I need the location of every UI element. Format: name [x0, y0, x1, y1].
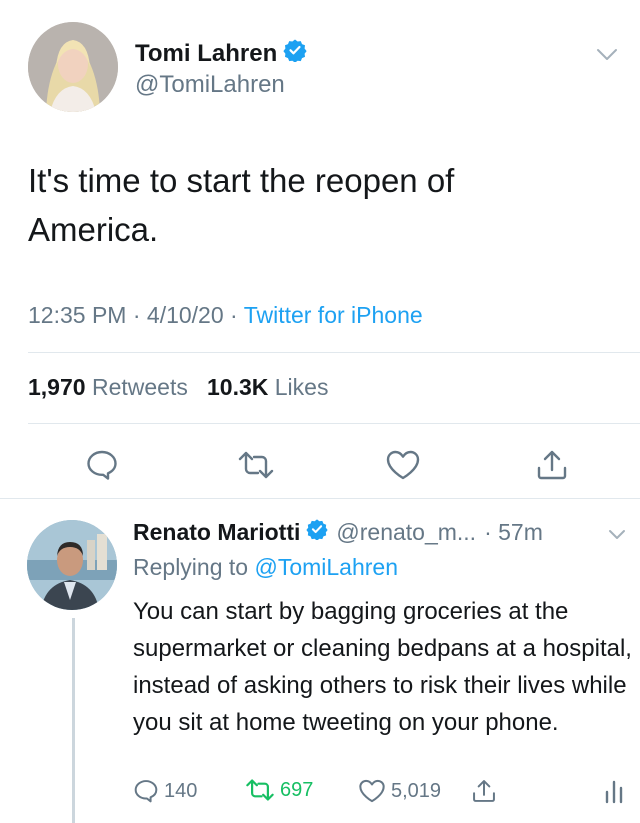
handle[interactable]: @TomiLahren [135, 71, 285, 99]
retweets-count: 1,970 [28, 374, 86, 400]
like-button[interactable] [383, 445, 423, 485]
reply-reply-count: 140 [164, 779, 198, 802]
retweets-label: Retweets [91, 374, 188, 400]
reply-like-count: 5,019 [391, 779, 442, 802]
likes-stat[interactable]: 10.3K Likes [207, 374, 328, 400]
share-button[interactable] [532, 445, 572, 485]
retweets-stat[interactable]: 1,970 Retweets [28, 374, 188, 400]
likes-count: 10.3K [207, 374, 269, 400]
reply-text: You can start by bagging groceries at th… [133, 598, 632, 736]
heart-icon [359, 779, 385, 803]
display-name[interactable]: Tomi Lahren [135, 38, 307, 69]
engagement-stats: 1,970 Retweets 10.3K Likes [28, 374, 328, 401]
chevron-down-icon[interactable] [596, 48, 618, 67]
avatar-portrait-image [27, 520, 117, 610]
thread-line [72, 618, 75, 823]
reply-retweet-count: 697 [280, 778, 314, 801]
reply-avatar[interactable] [27, 520, 117, 610]
reply-tweet[interactable]: Renato Mariotti @renato_m... · 57m Reply… [0, 500, 640, 823]
chevron-down-icon[interactable] [608, 527, 626, 545]
retweet-icon [238, 451, 274, 479]
tweet-meta: 12:35 PM · 4/10/20 · Twitter for iPhone [28, 302, 423, 329]
likes-label: Likes [274, 374, 329, 400]
reply-header: Renato Mariotti @renato_m... · 57m [133, 518, 543, 546]
reply-time-value: 57m [498, 518, 543, 545]
tweet-date[interactable]: 4/10/20 [147, 302, 224, 328]
share-icon [537, 450, 567, 480]
verified-badge-icon [306, 518, 329, 546]
reply-like-button[interactable]: 5,019 [358, 778, 441, 804]
reply-action-bar: 140 697 5,019 [133, 778, 638, 808]
replying-to: Replying to @TomiLahren [133, 554, 398, 581]
divider [28, 423, 640, 424]
reply-handle[interactable]: @renato_m... [336, 519, 476, 546]
reply-display-name[interactable]: Renato Mariotti [133, 519, 300, 546]
meta-separator: · [132, 302, 147, 328]
divider [28, 352, 640, 353]
replying-to-mention[interactable]: @TomiLahren [254, 554, 398, 580]
retweet-button[interactable] [236, 445, 276, 485]
divider [0, 498, 640, 499]
tweet-text: It's time to start the reopen of America… [28, 162, 455, 248]
meta-separator: · [230, 302, 244, 328]
reply-retweet-button[interactable]: 697 [245, 778, 313, 802]
display-name-text: Tomi Lahren [135, 39, 278, 67]
tweet-source-link[interactable]: Twitter for iPhone [244, 302, 423, 328]
reply-analytics-button[interactable] [603, 778, 630, 804]
replying-prefix: Replying to [133, 554, 249, 580]
avatar[interactable] [28, 22, 118, 112]
main-tweet: Tomi Lahren @TomiLahren It's time to sta… [0, 0, 640, 500]
share-icon [473, 780, 495, 802]
heart-icon [386, 450, 420, 480]
reply-time[interactable]: · 57m [484, 519, 543, 546]
retweet-icon [246, 779, 274, 801]
reply-share-button[interactable] [471, 778, 502, 804]
reply-reply-button[interactable]: 140 [133, 778, 197, 804]
reply-bubble-icon [87, 450, 117, 480]
tweet-time[interactable]: 12:35 PM [28, 302, 126, 328]
analytics-icon [605, 780, 623, 804]
reply-bubble-icon [134, 780, 158, 803]
verified-badge-icon [283, 38, 307, 69]
avatar-portrait-image [28, 22, 118, 112]
reply-button[interactable] [82, 445, 122, 485]
